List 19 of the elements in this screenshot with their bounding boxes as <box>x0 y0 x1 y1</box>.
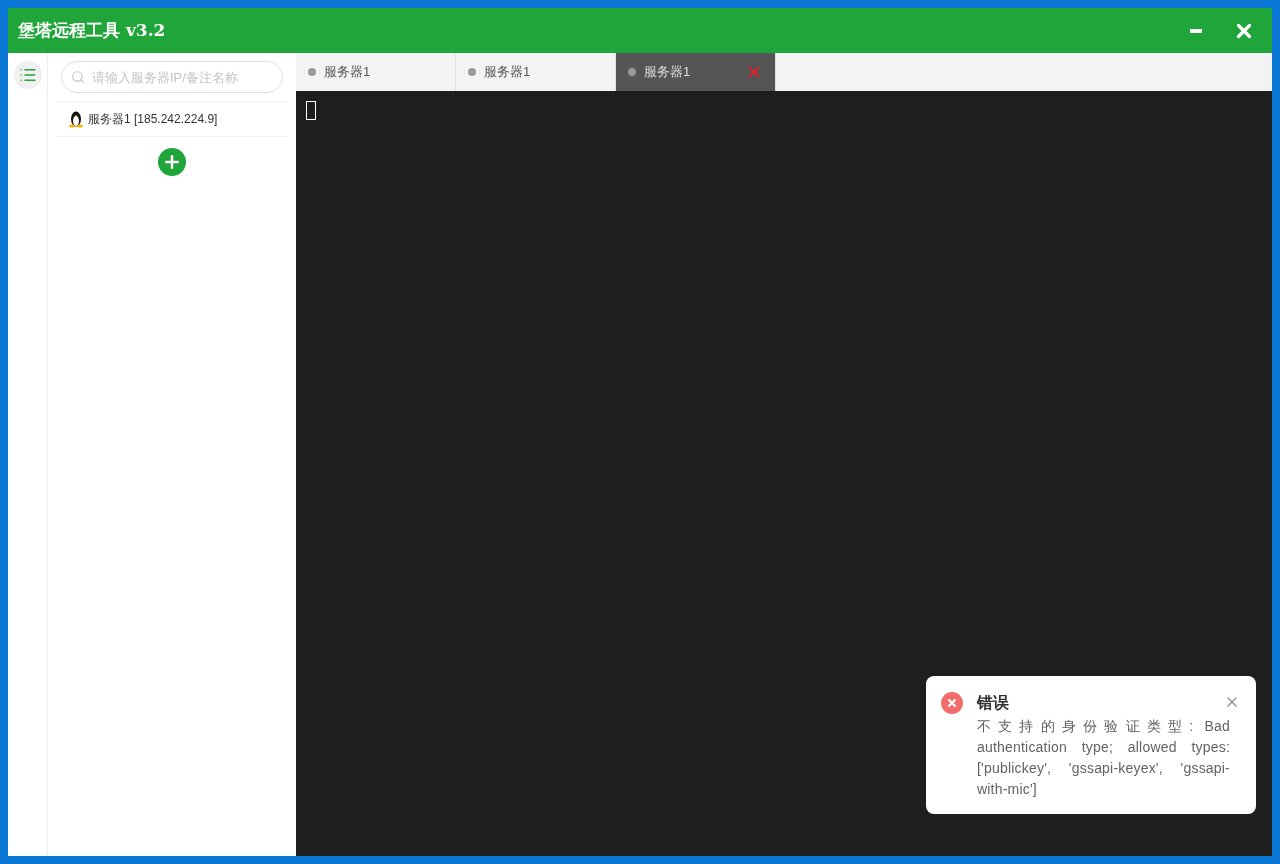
penguin-icon <box>68 110 84 128</box>
terminal[interactable]: 错误 不支持的身份验证类型: Bad authentication type; allowed types: ['publickey', 'gssapi-keyex', 'gssapi-with-mic'] <box>296 91 1272 856</box>
tab-label: 服务器1 <box>324 63 371 82</box>
session-tab[interactable]: 服务器1 <box>616 53 776 91</box>
notification-title: 错误 <box>977 693 1009 713</box>
tab-label: 服务器1 <box>644 63 691 82</box>
notification-message: 不支持的身份验证类型: Bad authentication type; allowed types: ['publickey', 'gssapi-keyex', 'gssapi-with-mic'] <box>977 717 1231 799</box>
plus-icon <box>162 152 182 172</box>
tab-label: 服务器1 <box>484 63 531 82</box>
server-label: 服务器1 [185.242.224.9] <box>88 111 218 128</box>
search-field[interactable]: 请输入服务器IP/备注名称 <box>61 61 283 93</box>
menu-button[interactable] <box>13 61 42 89</box>
minimize-icon <box>1190 28 1202 33</box>
add-server-button[interactable] <box>158 148 186 176</box>
error-icon <box>941 692 963 714</box>
server-item[interactable]: 服务器1 [185.242.224.9] <box>56 102 288 137</box>
search-icon <box>71 70 85 84</box>
menu-icon <box>18 66 37 84</box>
window-title: 堡塔远程工具 v3.2 <box>18 18 166 42</box>
